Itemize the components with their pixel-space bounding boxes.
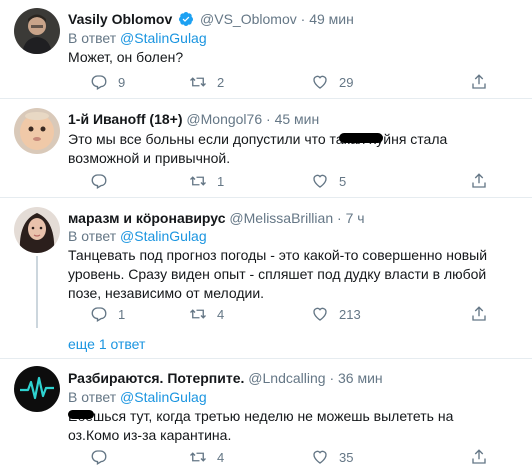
share-button[interactable] (470, 171, 488, 191)
retweet-count: 4 (217, 449, 225, 465)
avatar[interactable] (14, 207, 60, 253)
retweet-button[interactable]: 2 (189, 72, 224, 92)
username-handle[interactable]: @MelissaBrillian (229, 210, 333, 226)
thread-line (36, 256, 38, 328)
like-count: 213 (339, 306, 361, 322)
timestamp[interactable]: 36 мин (338, 370, 383, 386)
share-button[interactable] (470, 72, 488, 92)
tweet-text: Это мы все больны если допустили что так… (68, 131, 448, 166)
timestamp[interactable]: 45 мин (275, 111, 320, 127)
reply-icon (91, 307, 107, 322)
reply-icon (91, 174, 107, 189)
avatar[interactable] (14, 366, 60, 412)
share-button[interactable] (470, 447, 488, 467)
reply-button[interactable] (90, 171, 118, 191)
reply-context: В ответ @StalinGulag (68, 388, 207, 406)
mention-link[interactable]: @StalinGulag (120, 389, 207, 405)
display-name[interactable]: маразм и кöронавирус (68, 210, 226, 226)
separator: · (266, 111, 271, 127)
avatar[interactable] (14, 8, 60, 54)
share-icon (472, 306, 486, 321)
like-count: 29 (339, 74, 354, 90)
reply-count: 1 (118, 306, 126, 322)
tweet-actions: 4 35 (68, 447, 508, 467)
retweet-icon (190, 77, 206, 87)
retweet-icon (190, 309, 206, 319)
reply-icon (91, 450, 107, 465)
retweet-count: 4 (217, 306, 225, 322)
reply-context: В ответ @StalinGulag (68, 227, 207, 245)
retweet-icon (190, 176, 206, 186)
share-button[interactable] (470, 304, 488, 324)
retweet-count: 1 (217, 173, 225, 189)
share-icon (472, 74, 486, 89)
display-name[interactable]: Разбираются. Потерпите. (68, 370, 244, 386)
censor-mark (339, 133, 383, 143)
tweet-actions: 1 5 (68, 171, 508, 191)
separator: · (337, 210, 342, 226)
share-icon (472, 173, 486, 188)
retweet-button[interactable]: 1 (189, 171, 224, 191)
like-button[interactable]: 35 (311, 447, 353, 467)
reply-button[interactable]: 9 (90, 72, 125, 92)
separator: · (329, 370, 335, 386)
reply-context: В ответ @StalinGulag (68, 29, 207, 47)
censor-mark (68, 410, 94, 419)
mention-link[interactable]: @StalinGulag (120, 30, 207, 46)
tweet-text: Ебешься тут, когда третью неделю не може… (68, 408, 454, 443)
separator: · (300, 11, 306, 27)
tweet-header: маразм и кöронавирус @MelissaBrillian · … (68, 209, 365, 227)
tweet-actions: 1 4 213 (68, 304, 508, 324)
tweet-header: 1-й Иванoff (18+) @Mongol76 · 45 мин (68, 110, 319, 128)
display-name[interactable]: Vasily Oblomov (68, 11, 172, 27)
reply-button[interactable] (90, 447, 118, 467)
like-button[interactable]: 5 (311, 171, 346, 191)
username-handle[interactable]: @VS_Oblomov (200, 11, 297, 27)
tweet-text: Может, он болен? (68, 49, 184, 65)
like-icon (313, 307, 327, 321)
mention-link[interactable]: @StalinGulag (120, 228, 207, 244)
like-icon (313, 450, 327, 464)
like-icon (313, 174, 327, 188)
tweet[interactable]: 1-й Иванoff (18+) @Mongol76 · 45 мин Это… (0, 99, 532, 199)
like-icon (313, 75, 327, 89)
tweet-text: Танцевать под прогноз погоды - это какой… (68, 247, 488, 301)
reply-prefix: В ответ (68, 228, 117, 244)
username-handle[interactable]: @Mongol76 (186, 111, 262, 127)
username-handle[interactable]: @Lndcalling (248, 370, 325, 386)
reply-prefix: В ответ (68, 30, 117, 46)
timestamp[interactable]: 7 ч (346, 210, 365, 226)
tweet-header: Vasily Oblomov @VS_Oblomov · 49 мин (68, 10, 354, 28)
reply-button[interactable]: 1 (90, 304, 125, 324)
avatar[interactable] (14, 108, 60, 154)
retweet-icon (190, 452, 206, 462)
verified-badge-icon (178, 11, 194, 27)
like-count: 5 (339, 173, 347, 189)
show-more-replies-link[interactable]: еще 1 ответ (68, 336, 145, 352)
like-button[interactable]: 29 (311, 72, 353, 92)
reply-prefix: В ответ (68, 389, 117, 405)
timestamp[interactable]: 49 мин (309, 11, 354, 27)
tweet[interactable]: маразм и кöронавирус @MelissaBrillian · … (0, 198, 532, 328)
reply-count: 9 (118, 74, 126, 90)
retweet-count: 2 (217, 74, 225, 90)
share-icon (472, 449, 486, 464)
reply-icon (91, 75, 107, 90)
tweet-header: Разбираются. Потерпите. @Lndcalling · 36… (68, 369, 383, 387)
tweet[interactable]: Разбираются. Потерпите. @Lndcalling · 36… (0, 359, 532, 473)
display-name[interactable]: 1-й Иванoff (18+) (68, 111, 183, 127)
tweet[interactable]: Vasily Oblomov @VS_Oblomov · 49 мин В от… (0, 0, 532, 100)
retweet-button[interactable]: 4 (189, 447, 224, 467)
like-count: 35 (339, 449, 354, 465)
like-button[interactable]: 213 (311, 304, 361, 324)
tweet-actions: 9 2 29 (68, 72, 508, 92)
retweet-button[interactable]: 4 (189, 304, 224, 324)
